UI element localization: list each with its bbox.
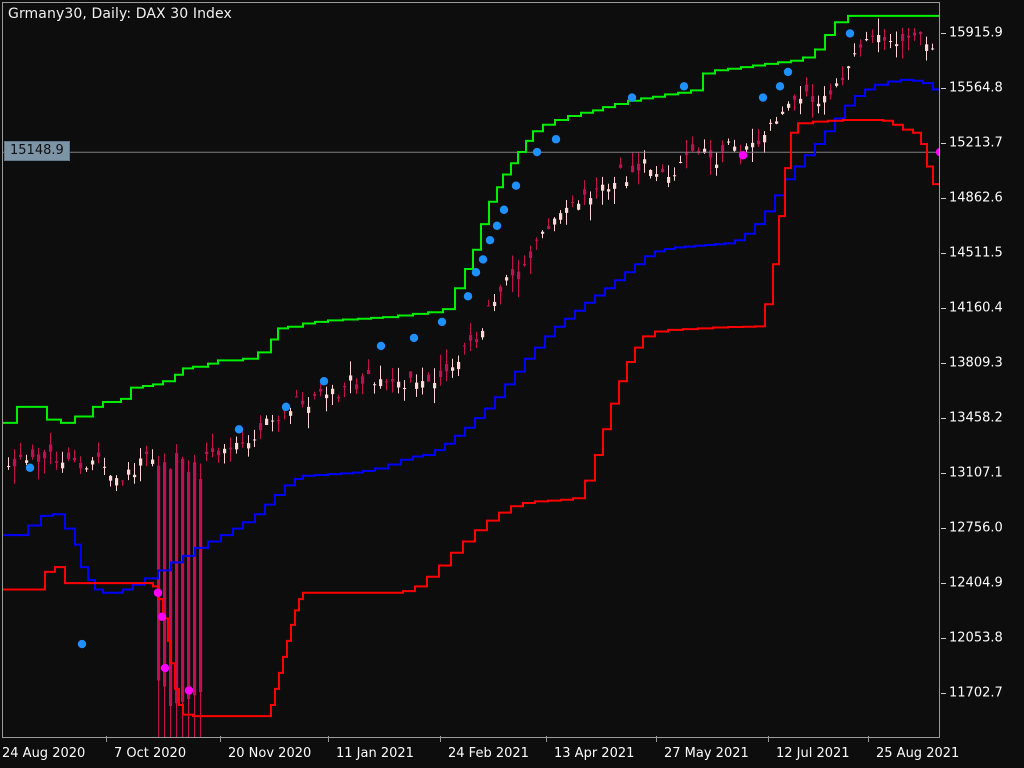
price-tick-label: 15915.9: [949, 25, 1003, 41]
price-tick-label: 14862.6: [949, 190, 1003, 206]
price-tick-mark: [941, 363, 946, 364]
price-tick-mark: [941, 88, 946, 89]
price-tick-label: 14511.5: [949, 245, 1003, 261]
date-tick-mark: [106, 736, 107, 742]
date-tick-label: 24 Feb 2021: [448, 746, 529, 761]
price-tick-label: 11702.7: [949, 685, 1003, 701]
candlestick-series: [7, 18, 935, 737]
chart-plot-area[interactable]: [2, 2, 940, 738]
price-tick-label: 14160.4: [949, 300, 1003, 316]
price-tick-mark: [941, 473, 946, 474]
date-tick-label: 20 Nov 2020: [228, 746, 312, 761]
price-tick-mark: [941, 308, 946, 309]
date-tick-mark: [768, 736, 769, 742]
date-tick-label: 13 Apr 2021: [554, 746, 635, 761]
price-tick-mark: [941, 198, 946, 199]
price-tick-label: 15213.7: [949, 135, 1003, 151]
date-tick-mark: [546, 736, 547, 742]
date-tick-mark: [656, 736, 657, 742]
price-tick-label: 12053.8: [949, 630, 1003, 646]
chart-window[interactable]: Grmany30, Daily: DAX 30 Index 15915.9 155…: [0, 0, 1024, 768]
chart-title: Grmany30, Daily: DAX 30 Index: [8, 6, 232, 22]
price-tick-label: 12756.0: [949, 520, 1003, 536]
date-tick-mark: [868, 736, 869, 742]
price-tick-mark: [941, 528, 946, 529]
date-tick-mark: [220, 736, 221, 742]
price-axis[interactable]: 15915.9 15564.8 15213.7 14862.6 14511.5 14160…: [941, 2, 1024, 738]
current-price-label: 15148.9: [4, 141, 70, 162]
date-tick-mark: [328, 736, 329, 742]
price-tick-label: 13107.1: [949, 465, 1003, 481]
date-tick-label: 11 Jan 2021: [336, 746, 414, 761]
price-tick-mark: [941, 418, 946, 419]
date-tick-label: 12 Jul 2021: [776, 746, 850, 761]
price-tick-label: 13809.3: [949, 355, 1003, 371]
date-tick-label: 7 Oct 2020: [114, 746, 187, 761]
band-line-0: [3, 14, 939, 424]
price-tick-mark: [941, 638, 946, 639]
date-tick-label: 27 May 2021: [664, 746, 749, 761]
date-tick-mark: [440, 736, 441, 742]
price-tick-mark: [941, 33, 946, 34]
date-tick-label: 24 Aug 2020: [2, 746, 86, 761]
price-chart-svg: [3, 14, 939, 737]
price-tick-mark: [941, 253, 946, 254]
price-tick-label: 12404.9: [949, 575, 1003, 591]
date-tick-label: 25 Aug 2021: [876, 746, 960, 761]
date-axis[interactable]: 24 Aug 2020 7 Oct 2020 20 Nov 2020 11 Jan 2…: [0, 736, 1024, 768]
price-tick-label: 15564.8: [949, 80, 1003, 96]
price-tick-mark: [941, 583, 946, 584]
buy-signal-dots: [25, 29, 855, 649]
band-line-2: [3, 118, 939, 718]
price-tick-label: 13458.2: [949, 410, 1003, 426]
price-tick-mark: [941, 693, 946, 694]
price-tick-mark: [941, 143, 946, 144]
